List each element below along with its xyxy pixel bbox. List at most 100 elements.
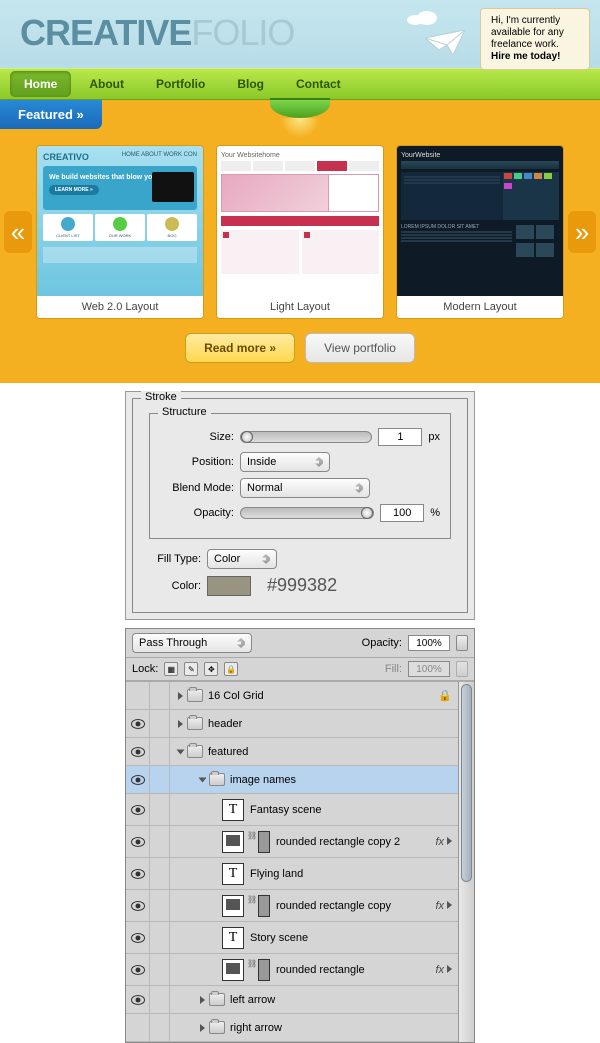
position-label: Position: xyxy=(160,456,234,468)
fx-badge[interactable]: fx xyxy=(435,836,456,848)
link-column xyxy=(150,858,170,889)
layer-row[interactable]: ⛓ rounded rectangle fx xyxy=(126,954,474,986)
layer-row[interactable]: right arrow xyxy=(126,1014,474,1042)
visibility-toggle[interactable] xyxy=(126,682,150,709)
cloud-icon xyxy=(405,7,440,25)
fx-badge[interactable]: fx xyxy=(435,964,456,976)
layer-style-stroke-panel: Stroke Structure Size: px Position: Insi… xyxy=(125,391,475,620)
lock-icon: 🔒 xyxy=(438,689,456,702)
size-input[interactable] xyxy=(378,428,422,446)
layer-row[interactable]: ⛓rounded rectangle copyfx xyxy=(126,890,474,922)
layer-name: 16 Col Grid xyxy=(208,690,264,702)
link-column xyxy=(150,1014,170,1041)
nav-home[interactable]: Home xyxy=(10,71,71,97)
size-label: Size: xyxy=(160,431,234,443)
link-column xyxy=(150,922,170,953)
hire-note[interactable]: Hi, I'm currently available for any free… xyxy=(480,8,590,70)
visibility-toggle[interactable] xyxy=(126,794,150,825)
site-logo: CREATIVEFOLIO xyxy=(20,0,294,54)
stroke-fieldset: Stroke Structure Size: px Position: Insi… xyxy=(132,398,468,613)
link-column xyxy=(150,710,170,737)
carousel-next-button[interactable]: » xyxy=(568,211,596,253)
fill-label: Fill: xyxy=(385,663,402,675)
shape-layer-icon: ⛓ xyxy=(222,959,270,981)
color-hex: #999382 xyxy=(267,575,337,596)
layer-opacity-input[interactable] xyxy=(408,635,450,651)
layer-row[interactable]: header xyxy=(126,710,474,738)
lock-pixels-button[interactable]: ✎ xyxy=(184,662,198,676)
size-unit: px xyxy=(428,431,440,443)
lock-all-button[interactable]: 🔒 xyxy=(224,662,238,676)
color-label: Color: xyxy=(143,580,201,592)
size-slider[interactable] xyxy=(240,431,372,443)
layer-name: right arrow xyxy=(230,1022,282,1034)
thumbnail-preview: CREATIVOHOME ABOUT WORK CON We build web… xyxy=(37,146,203,296)
link-column xyxy=(150,986,170,1013)
visibility-toggle[interactable] xyxy=(126,858,150,889)
thumbnail-light[interactable]: Your Websitehome Light Layout xyxy=(216,145,384,319)
fx-badge[interactable]: fx xyxy=(435,900,456,912)
thumbnail-modern[interactable]: YourWebsite LOREM IPSUM DOLOR SIT AMET M… xyxy=(396,145,564,319)
visibility-toggle[interactable] xyxy=(126,1014,150,1041)
opacity-spinner[interactable] xyxy=(456,635,468,651)
nav-portfolio[interactable]: Portfolio xyxy=(142,71,219,97)
layer-row[interactable]: image names xyxy=(126,766,474,794)
featured-tab[interactable]: Featured » xyxy=(0,100,102,129)
lock-transparency-button[interactable]: ▦ xyxy=(164,662,178,676)
layer-name: Fantasy scene xyxy=(250,804,322,816)
layer-row[interactable]: 16 Col Grid 🔒 xyxy=(126,682,474,710)
visibility-toggle[interactable] xyxy=(126,922,150,953)
position-select[interactable]: Inside xyxy=(240,452,330,472)
visibility-toggle[interactable] xyxy=(126,986,150,1013)
layers-toprow: Pass Through Opacity: xyxy=(126,629,474,658)
nav-blog[interactable]: Blog xyxy=(223,71,278,97)
layer-row[interactable]: TStory scene xyxy=(126,922,474,954)
color-swatch[interactable] xyxy=(207,576,251,596)
thumbnail-web20[interactable]: CREATIVOHOME ABOUT WORK CON We build web… xyxy=(36,145,204,319)
disclosure-triangle-icon[interactable] xyxy=(178,720,183,728)
layer-row[interactable]: ⛓rounded rectangle copy 2fx xyxy=(126,826,474,858)
lock-position-button[interactable]: ✥ xyxy=(204,662,218,676)
folder-icon xyxy=(209,773,225,786)
nav-contact[interactable]: Contact xyxy=(282,71,355,97)
structure-legend: Structure xyxy=(158,406,211,418)
blend-mode-select[interactable]: Normal xyxy=(240,478,370,498)
visibility-toggle[interactable] xyxy=(126,710,150,737)
scrollbar-thumb[interactable] xyxy=(461,684,472,882)
disclosure-triangle-icon[interactable] xyxy=(199,777,207,782)
disclosure-triangle-icon[interactable] xyxy=(200,996,205,1004)
visibility-toggle[interactable] xyxy=(126,766,150,793)
folder-icon xyxy=(187,745,203,758)
view-portfolio-button[interactable]: View portfolio xyxy=(305,333,415,363)
link-column xyxy=(150,794,170,825)
link-column xyxy=(150,682,170,709)
note-cta: Hire me today! xyxy=(491,51,560,62)
carousel-prev-button[interactable]: « xyxy=(4,211,32,253)
visibility-toggle[interactable] xyxy=(126,738,150,765)
nav-about[interactable]: About xyxy=(75,71,138,97)
layer-name: rounded rectangle xyxy=(276,964,365,976)
layers-scrollbar[interactable] xyxy=(458,682,474,1042)
opacity-label: Opacity: xyxy=(160,507,234,519)
link-column xyxy=(150,890,170,921)
shape-layer-icon: ⛓ xyxy=(222,831,270,853)
visibility-toggle[interactable] xyxy=(126,954,150,985)
disclosure-triangle-icon[interactable] xyxy=(200,1024,205,1032)
layer-blend-select[interactable]: Pass Through xyxy=(132,633,252,653)
fill-type-select[interactable]: Color xyxy=(207,549,277,569)
opacity-input[interactable] xyxy=(380,504,424,522)
visibility-toggle[interactable] xyxy=(126,890,150,921)
layer-row[interactable]: TFantasy scene xyxy=(126,794,474,826)
disclosure-triangle-icon[interactable] xyxy=(178,692,183,700)
layer-row[interactable]: featured xyxy=(126,738,474,766)
read-more-button[interactable]: Read more » xyxy=(185,333,295,363)
layer-row[interactable]: left arrow xyxy=(126,986,474,1014)
note-text: available for any xyxy=(491,27,564,38)
layer-name: featured xyxy=(208,746,248,758)
fill-spinner xyxy=(456,661,468,677)
visibility-toggle[interactable] xyxy=(126,826,150,857)
layer-row[interactable]: TFlying land xyxy=(126,858,474,890)
disclosure-triangle-icon[interactable] xyxy=(177,749,185,754)
opacity-slider[interactable] xyxy=(240,507,374,519)
layer-name: left arrow xyxy=(230,994,275,1006)
